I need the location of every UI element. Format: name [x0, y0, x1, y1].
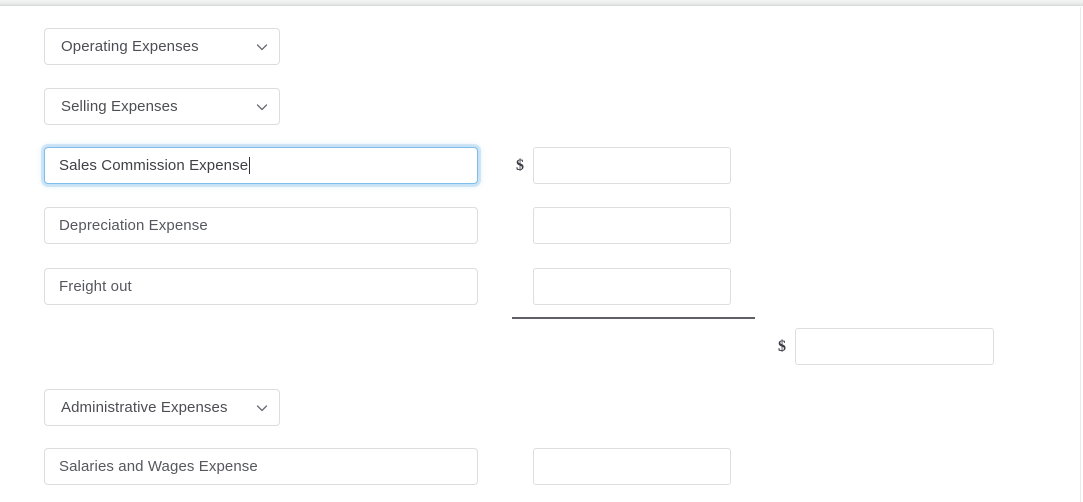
amount-input-2[interactable]	[533, 268, 731, 305]
text-caret	[249, 157, 251, 174]
amount-group-3	[515, 448, 731, 485]
account-name-value-3: Salaries and Wages Expense	[59, 458, 258, 475]
amount-input-0[interactable]	[533, 147, 731, 184]
statement-section-select[interactable]: Operating Expenses	[44, 28, 280, 65]
currency-symbol-0: $	[516, 156, 524, 174]
subsection-select[interactable]: Selling Expenses	[44, 88, 280, 125]
account-name-value-1: Depreciation Expense	[59, 217, 208, 234]
subtotal-amount-input[interactable]	[795, 328, 994, 365]
amount-group-0: $	[515, 147, 731, 184]
subtotal-group: $	[777, 328, 994, 365]
account-name-input-0[interactable]: Sales Commission Expense	[44, 147, 478, 184]
account-name-input-1[interactable]: Depreciation Expense	[44, 207, 478, 244]
subsection-select-value: Selling Expenses	[61, 98, 178, 115]
admin-subsection-select-value: Administrative Expenses	[61, 399, 228, 416]
chevron-down-icon	[255, 40, 269, 54]
browser-chrome-strip	[0, 0, 1083, 6]
amount-input-3[interactable]	[533, 448, 731, 485]
form-canvas: Operating Expenses Selling Expenses Sale…	[0, 7, 1083, 502]
amount-group-2	[515, 268, 731, 305]
statement-section-select-value: Operating Expenses	[61, 38, 199, 55]
admin-subsection-select[interactable]: Administrative Expenses	[44, 389, 280, 426]
account-name-input-2[interactable]: Freight out	[44, 268, 478, 305]
account-name-value-0: Sales Commission Expense	[59, 157, 249, 174]
account-name-value-2: Freight out	[59, 278, 132, 295]
chevron-down-icon	[255, 100, 269, 114]
chevron-down-icon	[255, 401, 269, 415]
subtotal-rule	[512, 317, 755, 319]
amount-group-1	[515, 207, 731, 244]
amount-input-1[interactable]	[533, 207, 731, 244]
subtotal-currency-symbol: $	[778, 337, 786, 355]
account-name-input-3[interactable]: Salaries and Wages Expense	[44, 448, 478, 485]
content-right-edge	[1080, 7, 1081, 502]
